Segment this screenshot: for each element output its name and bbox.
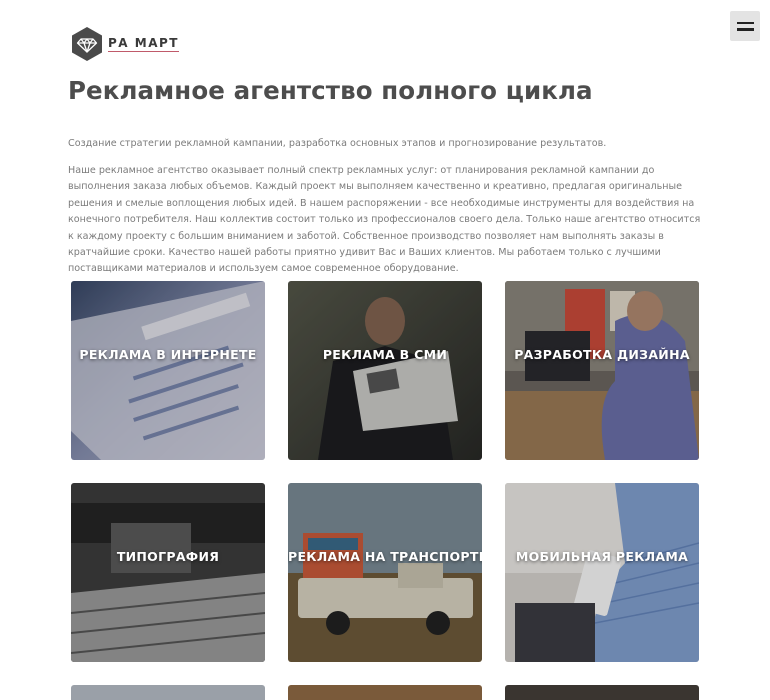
service-image-partial: [288, 685, 482, 700]
hamburger-icon-bar: [736, 28, 754, 31]
service-image-transport: [288, 483, 482, 662]
hamburger-icon: [736, 21, 754, 24]
service-label: РЕКЛАМА В ИНТЕРНЕТЕ: [79, 347, 257, 362]
service-card-media[interactable]: РЕКЛАМА В СМИ: [288, 281, 482, 460]
service-card-mobile[interactable]: МОБИЛЬНАЯ РЕКЛАМА: [505, 483, 699, 662]
service-card-typography[interactable]: ТИПОГРАФИЯ: [71, 483, 265, 662]
service-image-mobile: [505, 483, 699, 662]
service-image-media: [288, 281, 482, 460]
lead-text: Создание стратегии рекламной кампании, р…: [68, 138, 607, 149]
brand-name: РА МАРТ: [108, 36, 179, 52]
service-image-design: [505, 281, 699, 460]
service-label: РЕКЛАМА В СМИ: [322, 347, 448, 362]
service-image-partial: [71, 685, 265, 700]
brand-logo[interactable]: РА МАРТ: [70, 26, 179, 62]
description-text: Наше рекламное агентство оказывает полны…: [68, 165, 701, 275]
service-label: ТИПОГРАФИЯ: [116, 549, 220, 564]
service-card-design[interactable]: РАЗРАБОТКА ДИЗАЙНА: [505, 281, 699, 460]
service-card-transport[interactable]: РЕКЛАМА НА ТРАНСПОРТЕ: [288, 483, 482, 662]
diamond-icon: [70, 26, 104, 62]
service-label: МОБИЛЬНАЯ РЕКЛАМА: [515, 549, 689, 564]
service-image-typography: [71, 483, 265, 662]
service-card-partial[interactable]: [505, 685, 699, 700]
menu-button[interactable]: [730, 11, 760, 41]
service-image-partial: [505, 685, 699, 700]
page-title: Рекламное агентство полного цикла: [68, 76, 593, 105]
service-image-internet: [71, 281, 265, 460]
service-card-partial[interactable]: [288, 685, 482, 700]
service-label: РЕКЛАМА НА ТРАНСПОРТЕ: [288, 549, 482, 564]
service-card-internet[interactable]: РЕКЛАМА В ИНТЕРНЕТЕ: [71, 281, 265, 460]
service-label: РАЗРАБОТКА ДИЗАЙНА: [514, 347, 690, 362]
service-card-partial[interactable]: [71, 685, 265, 700]
